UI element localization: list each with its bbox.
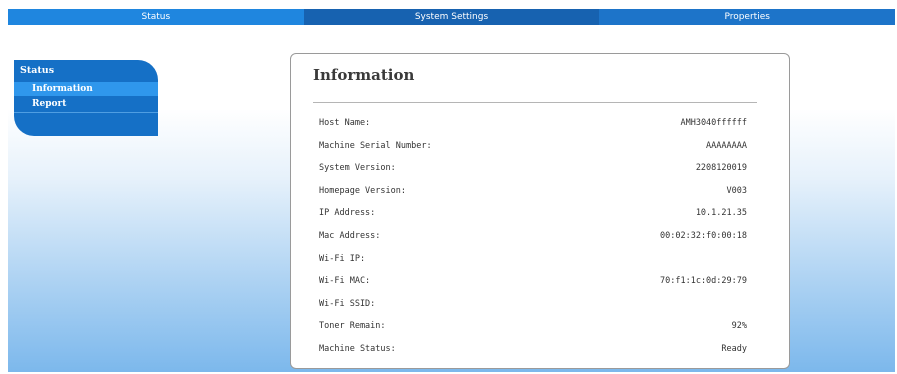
row-host-name: Host Name: AMH3040ffffff: [319, 113, 747, 136]
row-toner-remain: Toner Remain: 92%: [319, 316, 747, 339]
row-wifi-mac: Wi-Fi MAC: 70:f1:1c:0d:29:79: [319, 271, 747, 294]
row-mac-address: Mac Address: 00:02:32:f0:00:18: [319, 226, 747, 249]
row-wifi-ssid: Wi-Fi SSID:: [319, 294, 747, 317]
row-serial-number: Machine Serial Number: AAAAAAAA: [319, 136, 747, 159]
row-value: Ready: [721, 343, 747, 354]
info-list: Host Name: AMH3040ffffff Machine Serial …: [319, 113, 747, 362]
row-label: System Version:: [319, 163, 396, 174]
page-background: Status System Settings Properties Status…: [8, 9, 895, 372]
row-value: 10.1.21.35: [695, 208, 747, 219]
row-label: Wi-Fi SSID:: [319, 298, 376, 309]
row-value: 00:02:32:f0:00:18: [660, 230, 747, 241]
row-label: IP Address:: [319, 208, 376, 219]
sidebar-item-information[interactable]: Information: [14, 82, 158, 96]
row-machine-status: Machine Status: Ready: [319, 339, 747, 362]
tab-properties[interactable]: Properties: [599, 9, 895, 25]
row-label: Wi-Fi IP:: [319, 253, 366, 264]
row-label: Homepage Version:: [319, 185, 406, 196]
title-divider: [313, 102, 757, 103]
row-label: Mac Address:: [319, 230, 381, 241]
row-value: 92%: [731, 321, 747, 332]
tab-status[interactable]: Status: [8, 9, 304, 25]
row-label: Toner Remain:: [319, 321, 386, 332]
sidebar-divider: [14, 112, 158, 113]
top-navigation: Status System Settings Properties: [8, 9, 895, 25]
sidebar-item-report[interactable]: Report: [14, 97, 158, 111]
row-label: Host Name:: [319, 118, 371, 128]
row-wifi-ip: Wi-Fi IP:: [319, 249, 747, 272]
row-value: 2208120019: [695, 163, 747, 174]
row-label: Machine Status:: [319, 343, 396, 354]
row-value: AMH3040ffffff: [680, 118, 747, 128]
sidebar-menu: Status Information Report: [14, 60, 158, 136]
row-label: Machine Serial Number:: [319, 140, 432, 151]
row-label: Wi-Fi MAC:: [319, 276, 371, 287]
row-ip-address: IP Address: 10.1.21.35: [319, 203, 747, 226]
row-system-version: System Version: 2208120019: [319, 158, 747, 181]
sidebar-heading[interactable]: Status: [20, 65, 54, 76]
row-homepage-version: Homepage Version: V003: [319, 181, 747, 204]
row-value: AAAAAAAA: [706, 140, 747, 151]
information-panel: Information Host Name: AMH3040ffffff Mac…: [290, 53, 790, 369]
row-value: V003: [726, 185, 747, 196]
panel-title: Information: [313, 66, 415, 84]
row-value: 70:f1:1c:0d:29:79: [660, 276, 747, 287]
tab-system-settings[interactable]: System Settings: [303, 9, 600, 25]
